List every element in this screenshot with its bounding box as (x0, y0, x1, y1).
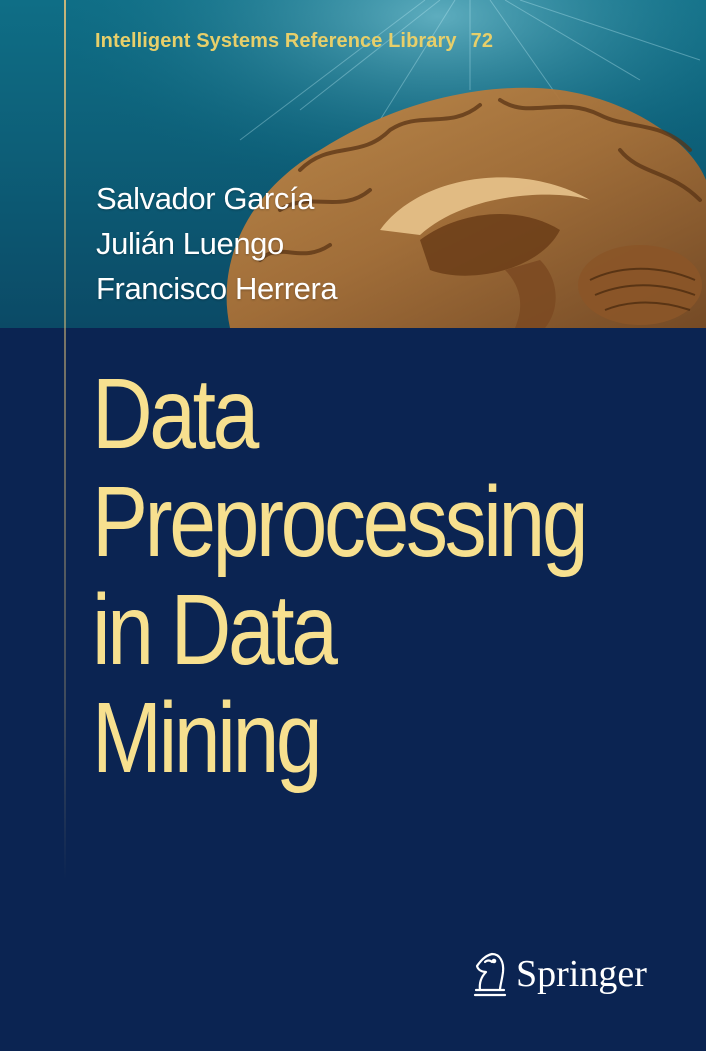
series-title: Intelligent Systems Reference Library 72 (95, 30, 493, 53)
book-title: Data Preprocessing in Data Mining (92, 360, 679, 792)
publisher-name: Springer (516, 953, 647, 995)
author-name: Julián Luengo (96, 226, 284, 261)
title-line: in Data (92, 574, 338, 686)
book-cover: Intelligent Systems Reference Library 72 … (0, 0, 706, 1051)
title-line: Data (92, 358, 259, 470)
springer-knight-icon (473, 952, 507, 997)
vertical-rule (64, 0, 66, 880)
series-number: 72 (470, 30, 494, 52)
title-line: Mining (92, 682, 323, 794)
author-list: Salvador García Julián Luengo Francisco … (96, 176, 338, 311)
author-name: Francisco Herrera (96, 271, 338, 306)
publisher-logo: Springer (470, 950, 647, 998)
series-name: Intelligent Systems Reference Library (95, 30, 457, 52)
author-name: Salvador García (96, 181, 314, 216)
title-line: Preprocessing (92, 466, 589, 578)
